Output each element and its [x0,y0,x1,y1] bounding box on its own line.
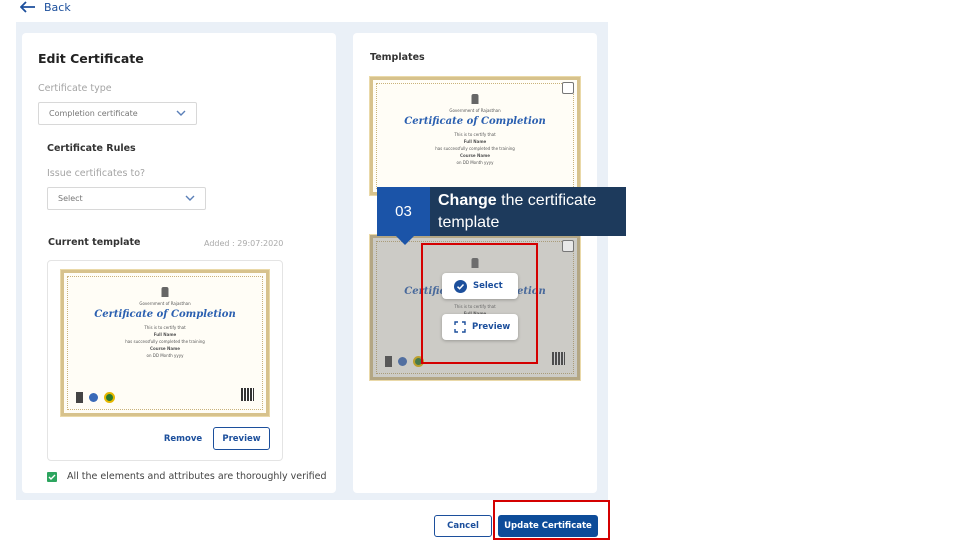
certificate-type-select[interactable]: Completion certificate [38,102,197,125]
template-2-checkbox[interactable] [562,240,574,252]
issue-select[interactable]: Select [47,187,206,210]
step-text-bold: Change [438,192,497,209]
seal-logo-icon [104,392,115,403]
emblem-logo-icon [76,392,83,403]
qr-code-icon [241,388,254,401]
templates-heading: Templates [370,52,425,63]
verification-row: All the elements and attributes are thor… [47,471,327,482]
remove-button[interactable]: Remove [160,428,206,450]
check-icon [48,474,56,480]
issue-label: Issue certificates to? [47,168,146,179]
cert-org: Government of Rajasthan [139,301,191,306]
certificate-type-label: Certificate type [38,83,112,94]
arrow-left-icon [20,1,35,13]
verified-checkbox[interactable] [47,471,57,482]
cert-org: Government of Rajasthan [449,108,501,113]
cert-logos [76,392,115,403]
issue-select-value: Select [58,194,83,203]
cert-date: on DD Month yyyy [456,160,494,165]
back-label: Back [44,0,71,14]
certificate-type-value: Completion certificate [49,109,138,118]
cancel-button[interactable]: Cancel [434,515,492,537]
step-text: Change the certificate template [430,187,626,236]
cert-certify: This is to certify that [454,132,496,137]
cert-completed: has successfully completed the training [125,339,205,344]
cert-title: Certificate of Completion [94,309,236,320]
page-title: Edit Certificate [38,51,144,66]
preview-button[interactable]: Preview [213,427,270,450]
emblem-icon [471,94,479,104]
cert-course: Course Name [150,346,180,351]
cert-certify: This is to certify that [144,325,186,330]
cert-completed: has successfully completed the training [435,146,515,151]
cert-date: on DD Month yyyy [146,353,184,358]
template-1-checkbox[interactable] [562,82,574,94]
callout-pointer [395,235,415,245]
current-certificate-thumbnail: Government of Rajasthan Certificate of C… [60,269,270,417]
cert-course: Course Name [460,153,490,158]
certificate-rules-heading: Certificate Rules [47,143,136,154]
verification-text: All the elements and attributes are thor… [67,471,327,482]
step-callout: 03 Change the certificate template [377,187,626,236]
chevron-down-icon [185,195,195,201]
cert-name: Full Name [463,139,487,144]
template-highlight-box [421,243,538,364]
cert-name: Full Name [153,332,177,337]
step-number: 03 [377,187,430,236]
emblem-icon [161,287,169,297]
template-thumbnail-1[interactable]: Government of Rajasthan Certificate of C… [369,76,581,196]
update-highlight-box [493,500,610,540]
added-date: Added : 29:07:2020 [204,239,284,248]
chevron-down-icon [176,110,186,116]
current-template-heading: Current template [48,237,141,248]
back-link[interactable]: Back [20,0,71,14]
cert-title: Certificate of Completion [404,116,546,127]
org-logo-icon [89,393,98,402]
